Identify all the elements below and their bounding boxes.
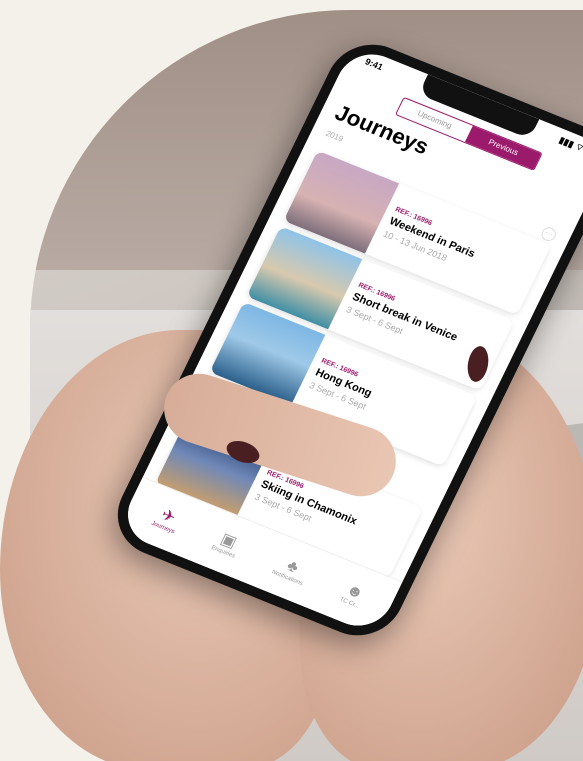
year-label: 2019 [324, 128, 345, 144]
photo-scene: 9:41 ▮▮▮ ⌔ ▭ Upcoming Previous Journeys … [0, 0, 583, 761]
status-time: 9:41 [363, 56, 385, 73]
tab-journeys[interactable]: ✈ Journeys [150, 504, 183, 535]
tab-enquiries[interactable]: ▣ Enquiries [210, 528, 244, 559]
tab-notifications[interactable]: ♣ Notifications [271, 553, 312, 587]
status-indicators-icon: ▮▮▮ ⌔ ▭ [557, 134, 583, 158]
tab-tc-contacts[interactable]: ☻ TC Cr... [339, 580, 369, 610]
